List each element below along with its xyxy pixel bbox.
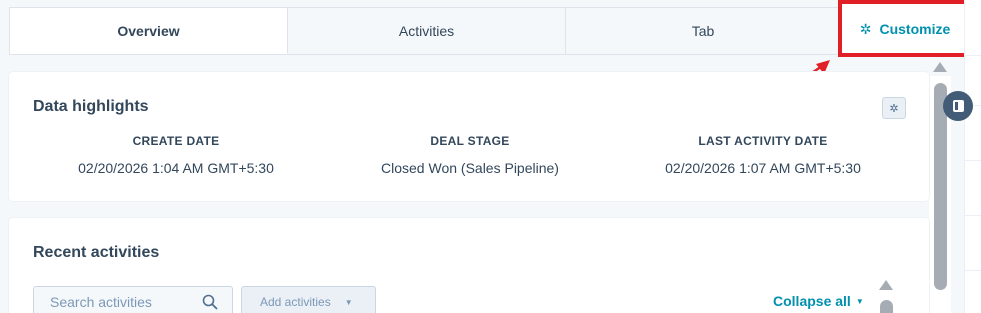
add-activities-dropdown[interactable]: Add activities ▼ bbox=[241, 286, 376, 313]
highlights-settings-button[interactable]: ✲ bbox=[882, 97, 906, 119]
tab-custom[interactable]: Tab bbox=[566, 8, 840, 54]
gutter-divider bbox=[965, 270, 981, 271]
search-activities-box bbox=[33, 286, 233, 313]
collapse-all-label: Collapse all bbox=[773, 293, 851, 309]
gutter-divider bbox=[965, 55, 981, 56]
recent-activities-card: Recent activities Add activities ▼ Colla… bbox=[9, 218, 929, 313]
highlight-value: 02/20/2026 1:07 AM GMT+5:30 bbox=[665, 160, 861, 176]
highlight-value: 02/20/2026 1:04 AM GMT+5:30 bbox=[78, 160, 274, 176]
activities-scrollbar-thumb[interactable] bbox=[880, 300, 893, 313]
customize-label: Customize bbox=[879, 20, 951, 37]
highlight-deal-stage: DEAL STAGE Closed Won (Sales Pipeline) bbox=[320, 134, 620, 176]
tab-activities[interactable]: Activities bbox=[288, 8, 566, 54]
panel-toggle-icon bbox=[952, 100, 964, 112]
right-gutter bbox=[964, 0, 981, 313]
highlight-create-date: CREATE DATE 02/20/2026 1:04 AM GMT+5:30 bbox=[26, 134, 326, 176]
recent-activities-title: Recent activities bbox=[33, 244, 160, 261]
collapse-all-button[interactable]: Collapse all ▼ bbox=[773, 293, 864, 309]
highlight-value: Closed Won (Sales Pipeline) bbox=[381, 160, 559, 176]
highlight-label: LAST ACTIVITY DATE bbox=[698, 134, 828, 148]
add-activities-label: Add activities bbox=[260, 295, 331, 309]
caret-down-icon: ▼ bbox=[344, 297, 353, 307]
gear-icon: ✲ bbox=[889, 102, 899, 115]
data-highlights-title: Data highlights bbox=[33, 98, 149, 115]
highlight-last-activity-date: LAST ACTIVITY DATE 02/20/2026 1:07 AM GM… bbox=[613, 134, 913, 176]
scroll-up-arrow[interactable] bbox=[933, 62, 947, 72]
activities-scroll-up-arrow[interactable] bbox=[879, 280, 893, 290]
sidebar-toggle-button[interactable] bbox=[943, 91, 973, 121]
gutter-divider bbox=[965, 160, 981, 161]
tab-overview[interactable]: Overview bbox=[10, 8, 288, 54]
highlight-label: DEAL STAGE bbox=[430, 134, 510, 148]
search-activities-input[interactable] bbox=[50, 294, 190, 310]
gutter-divider bbox=[965, 215, 981, 216]
caret-down-icon: ▼ bbox=[855, 296, 864, 306]
customize-button[interactable]: ✲ Customize bbox=[838, 0, 972, 57]
record-tabs: Overview Activities Tab bbox=[9, 7, 841, 55]
highlight-label: CREATE DATE bbox=[132, 134, 220, 148]
search-icon[interactable] bbox=[202, 294, 218, 310]
data-highlights-card: Data highlights ✲ CREATE DATE 02/20/2026… bbox=[9, 72, 929, 201]
gear-icon: ✲ bbox=[859, 20, 872, 37]
